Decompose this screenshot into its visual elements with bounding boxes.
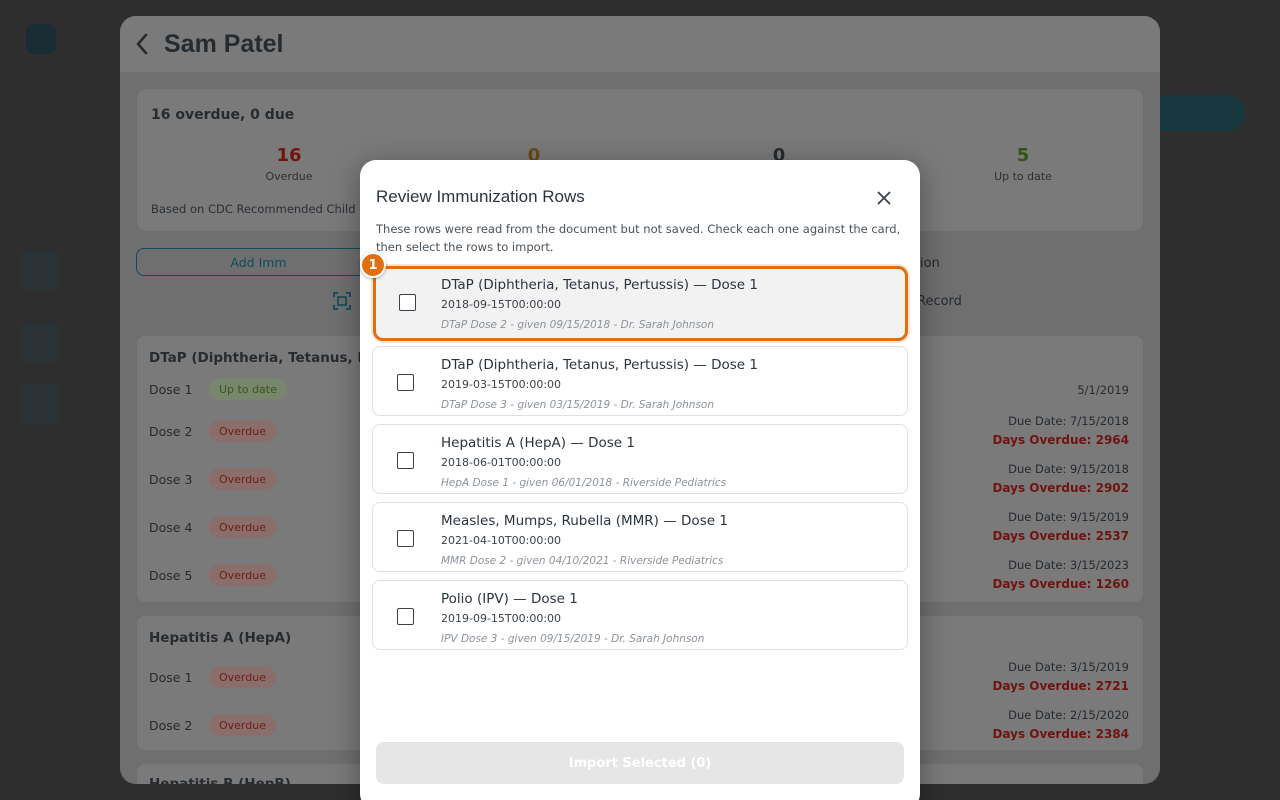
stat-overdue: 16 Overdue bbox=[229, 145, 349, 183]
row-source: MMR Dose 2 - given 04/10/2021 - Riversid… bbox=[441, 555, 724, 567]
vaccine-title: DTaP (Diphtheria, Tetanus, Pert bbox=[149, 350, 390, 366]
row-date: 2018-09-15T00:00:00 bbox=[441, 298, 562, 311]
dose-label: Dose 2 bbox=[149, 718, 193, 733]
days-overdue: Days Overdue: 2384 bbox=[992, 727, 1129, 741]
add-immunization-button[interactable]: Add Imm bbox=[136, 248, 381, 276]
row-title: Polio (IPV) — Dose 1 bbox=[441, 591, 578, 607]
focus-marker-badge: 1 bbox=[360, 252, 386, 278]
row-checkbox[interactable] bbox=[397, 608, 414, 625]
status-badge: Up to date bbox=[209, 378, 287, 400]
row-date: 2019-03-15T00:00:00 bbox=[441, 378, 562, 391]
dose-label: Dose 5 bbox=[149, 568, 193, 583]
summary-title: 16 overdue, 0 due bbox=[151, 107, 295, 123]
import-selected-button[interactable]: Import Selected (0) bbox=[376, 742, 904, 784]
dose-date: 5/1/2019 bbox=[1077, 383, 1129, 397]
due-info: Due Date: 2/15/2020 Days Overdue: 2384 bbox=[992, 708, 1129, 741]
import-row[interactable]: Polio (IPV) — Dose 1 2019-09-15T00:00:00… bbox=[372, 580, 908, 650]
import-row[interactable]: DTaP (Diphtheria, Tetanus, Pertussis) — … bbox=[373, 266, 908, 341]
background-sidebar-icon bbox=[20, 384, 60, 424]
row-title: Measles, Mumps, Rubella (MMR) — Dose 1 bbox=[441, 513, 728, 529]
sheet-header: Sam Patel bbox=[120, 16, 1160, 72]
review-immunization-modal: Review Immunization Rows These rows were… bbox=[360, 160, 920, 800]
dose-label: Dose 4 bbox=[149, 520, 193, 535]
vaccine-title: Hepatitis A (HepA) bbox=[149, 630, 292, 646]
due-date: Due Date: 2/15/2020 bbox=[1008, 708, 1129, 722]
days-overdue: Days Overdue: 2537 bbox=[992, 529, 1129, 543]
vaccine-title: Hepatitis B (HepB) bbox=[149, 776, 291, 784]
import-row[interactable]: DTaP (Diphtheria, Tetanus, Pertussis) — … bbox=[372, 346, 908, 416]
row-checkbox[interactable] bbox=[397, 374, 414, 391]
status-badge: Overdue bbox=[209, 714, 276, 736]
due-date: Due Date: 7/15/2018 bbox=[1008, 414, 1129, 428]
modal-description: These rows were read from the document b… bbox=[376, 222, 901, 254]
background-sidebar-icon bbox=[20, 322, 60, 362]
row-title: Hepatitis A (HepA) — Dose 1 bbox=[441, 435, 635, 451]
days-overdue: Days Overdue: 2721 bbox=[992, 679, 1129, 693]
close-button[interactable] bbox=[870, 184, 898, 212]
row-source: IPV Dose 3 - given 09/15/2019 - Dr. Sara… bbox=[441, 633, 705, 645]
due-date: Due Date: 9/15/2019 bbox=[1008, 510, 1129, 524]
due-info: Due Date: 9/15/2018 Days Overdue: 2902 bbox=[992, 462, 1129, 495]
summary-note: Based on CDC Recommended Child & bbox=[151, 202, 369, 216]
row-checkbox[interactable] bbox=[399, 294, 416, 311]
background-sidebar-icon bbox=[20, 250, 60, 290]
stat-up-to-date: 5 Up to date bbox=[963, 145, 1083, 183]
add-immunization-label: Add Imm bbox=[230, 254, 287, 270]
row-checkbox[interactable] bbox=[397, 530, 414, 547]
action-label-right[interactable]: ion bbox=[920, 256, 940, 271]
days-overdue: Days Overdue: 2902 bbox=[992, 481, 1129, 495]
days-overdue: Days Overdue: 2964 bbox=[992, 433, 1129, 447]
patient-name: Sam Patel bbox=[164, 29, 284, 58]
stat-value: 5 bbox=[1016, 145, 1030, 166]
row-checkbox[interactable] bbox=[397, 452, 414, 469]
modal-title: Review Immunization Rows bbox=[376, 187, 585, 206]
status-badge: Overdue bbox=[209, 420, 276, 442]
dose-label: Dose 2 bbox=[149, 424, 193, 439]
back-chevron-icon[interactable] bbox=[120, 16, 164, 72]
status-badge: Overdue bbox=[209, 564, 276, 586]
row-title: DTaP (Diphtheria, Tetanus, Pertussis) — … bbox=[441, 357, 758, 373]
stat-label: Up to date bbox=[994, 170, 1052, 183]
status-badge: Overdue bbox=[209, 516, 276, 538]
row-date: 2019-09-15T00:00:00 bbox=[441, 612, 562, 625]
due-info: Due Date: 9/15/2019 Days Overdue: 2537 bbox=[992, 510, 1129, 543]
status-badge: Overdue bbox=[209, 468, 276, 490]
dose-label: Dose 1 bbox=[149, 382, 193, 397]
due-info: Due Date: 7/15/2018 Days Overdue: 2964 bbox=[992, 414, 1129, 447]
row-source: DTaP Dose 3 - given 03/15/2019 - Dr. Sar… bbox=[441, 399, 714, 411]
stat-label: Overdue bbox=[265, 170, 313, 183]
import-row[interactable]: Measles, Mumps, Rubella (MMR) — Dose 1 2… bbox=[372, 502, 908, 572]
import-row[interactable]: Hepatitis A (HepA) — Dose 1 2018-06-01T0… bbox=[372, 424, 908, 494]
row-source: HepA Dose 1 - given 06/01/2018 - Riversi… bbox=[441, 477, 727, 489]
scan-document-icon[interactable] bbox=[333, 292, 351, 314]
row-source: DTaP Dose 2 - given 09/15/2018 - Dr. Sar… bbox=[441, 319, 714, 331]
due-info: Due Date: 3/15/2023 Days Overdue: 1260 bbox=[992, 558, 1129, 591]
due-date: Due Date: 3/15/2019 bbox=[1008, 660, 1129, 674]
due-date: Due Date: 3/15/2023 bbox=[1008, 558, 1129, 572]
due-info: Due Date: 3/15/2019 Days Overdue: 2721 bbox=[992, 660, 1129, 693]
row-title: DTaP (Diphtheria, Tetanus, Pertussis) — … bbox=[441, 277, 758, 293]
days-overdue: Days Overdue: 1260 bbox=[992, 577, 1129, 591]
action-label-right[interactable]: Record bbox=[917, 294, 962, 309]
app-logo bbox=[26, 24, 56, 54]
close-icon bbox=[877, 191, 891, 205]
due-date: Due Date: 9/15/2018 bbox=[1008, 462, 1129, 476]
row-date: 2018-06-01T00:00:00 bbox=[441, 456, 562, 469]
stat-value: 16 bbox=[276, 145, 302, 166]
dose-label: Dose 3 bbox=[149, 472, 193, 487]
status-badge: Overdue bbox=[209, 666, 276, 688]
dose-label: Dose 1 bbox=[149, 670, 193, 685]
row-date: 2021-04-10T00:00:00 bbox=[441, 534, 562, 547]
